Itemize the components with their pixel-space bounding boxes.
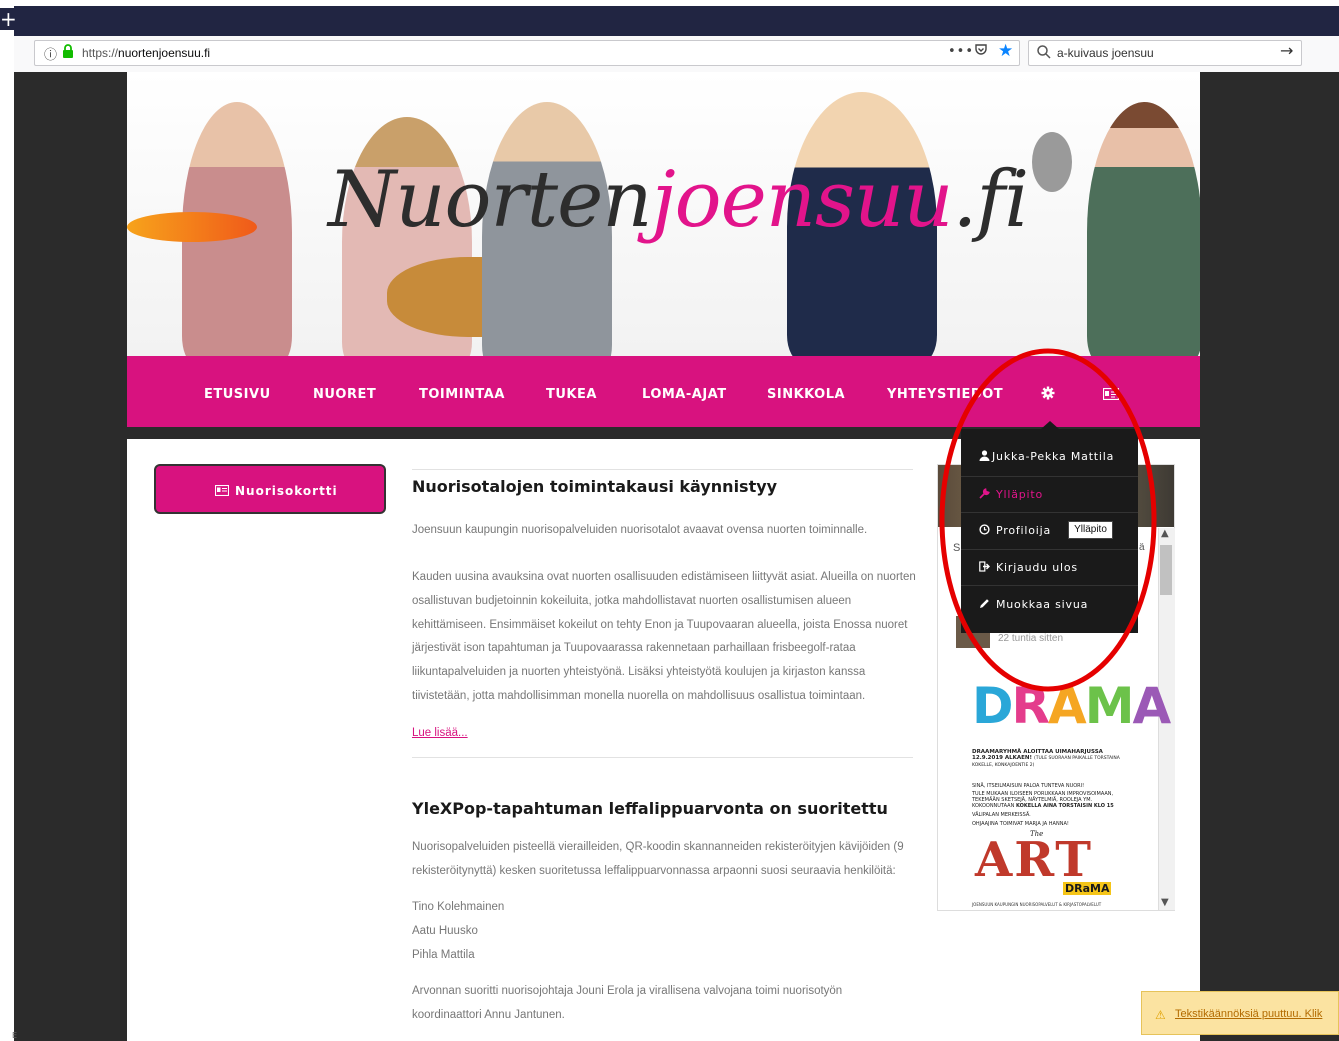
bookmark-star-icon[interactable]: ★	[998, 42, 1013, 60]
search-input[interactable]: a-kuivaus joensuu	[1057, 46, 1154, 60]
scroll-down-icon[interactable]: ▼	[1161, 897, 1169, 908]
new-tab-button[interactable]: +	[0, 8, 17, 30]
search-go-button[interactable]: →	[1280, 41, 1293, 60]
post-outro: Arvonnan suoritti nuorisojohtaja Jouni E…	[412, 985, 843, 1021]
logo-text-fi: .fi	[952, 155, 1030, 245]
poster-text: OHJAAJINA TOIMIVAT MARJA JA HANNA!	[972, 821, 1069, 827]
poster-headline: DRAAMARYHMÄ ALOITTAA UIMAHARJUSSA 12.9.2…	[972, 749, 1120, 768]
search-icon	[1037, 45, 1051, 59]
divider	[412, 469, 913, 470]
logo-text-joensuu: joensuu	[651, 155, 953, 245]
nav-item-loma-ajat[interactable]: LOMA-AJAT	[642, 387, 727, 402]
banner-photo-frisbee	[127, 212, 257, 242]
site-logo[interactable]: Nuortenjoensuu.fi	[328, 160, 1029, 240]
tab-strip-background	[14, 6, 1339, 36]
poster-text: TULE MUKAAN ILOISEEN PORUKKAAN IMPROVISO…	[972, 791, 1114, 809]
nav-item-tukea[interactable]: TUKEA	[546, 387, 597, 402]
nav-item-nuoret[interactable]: NUORET	[313, 387, 376, 402]
banner-photo-person	[1087, 102, 1200, 356]
id-card-icon	[215, 485, 229, 496]
corner-label: E	[12, 1031, 18, 1040]
page-gutter-right	[1200, 72, 1339, 1041]
divider	[412, 757, 913, 758]
winner-name: Tino Kolehmainen	[412, 901, 505, 913]
post-body: Kauden uusina avauksina ovat nuorten osa…	[412, 571, 916, 702]
window-edge	[0, 36, 14, 1041]
translation-notice-link[interactable]: Tekstikäännöksiä puuttuu. Klik	[1175, 1008, 1322, 1020]
post-intro: Nuorisopalveluiden pisteellä vierailleid…	[412, 841, 904, 877]
post-intro: Joensuun kaupungin nuorisopalveluiden nu…	[412, 524, 868, 536]
annotation-ellipse	[939, 348, 1157, 692]
winner-name: Pihla Mattila	[412, 949, 475, 961]
scroll-up-icon[interactable]: ▲	[1161, 528, 1169, 539]
page-gutter-left	[14, 72, 127, 1041]
poster-text: SINÄ, ITSEILMAISUN PALOA TUNTEVA NUORI!	[972, 783, 1085, 789]
site-info-icon[interactable]: ⓘ	[44, 44, 57, 63]
nuorisokortti-label[interactable]: Nuorisokortti	[235, 484, 338, 498]
post-title[interactable]: Nuorisotalojen toimintakausi käynnistyy	[412, 477, 777, 496]
read-more-link[interactable]: Lue lisää...	[412, 727, 468, 739]
nav-item-toimintaa[interactable]: TOIMINTAA	[419, 387, 505, 402]
poster-footer: JOENSUUN KAUPUNGIN NUORISOPALVELUT & KIR…	[972, 902, 1102, 907]
post-title[interactable]: YleXPop-tapahtuman leffalippuarvonta on …	[412, 799, 888, 818]
logo-text-nuorten: Nuorten	[328, 155, 652, 245]
winner-name: Aatu Huusko	[412, 925, 478, 937]
widget-scrollbar-thumb[interactable]	[1160, 545, 1172, 595]
url-text[interactable]: https://nuortenjoensuu.fi	[82, 46, 210, 60]
nav-item-sinkkola[interactable]: SINKKOLA	[767, 387, 845, 402]
page-actions-menu-icon[interactable]: •••	[948, 44, 974, 59]
nav-item-etusivu[interactable]: ETUSIVU	[204, 387, 271, 402]
poster-art-title: ART	[975, 832, 1094, 888]
lock-icon[interactable]	[62, 44, 74, 58]
poster-text: VÄLIPALAN MERKEISSÄ.	[972, 812, 1031, 818]
banner-photo-microphone	[1032, 132, 1072, 192]
poster-drama-badge: DRaMA	[1063, 882, 1112, 895]
warning-icon: ⚠	[1155, 1008, 1166, 1022]
pocket-icon[interactable]	[974, 43, 988, 57]
